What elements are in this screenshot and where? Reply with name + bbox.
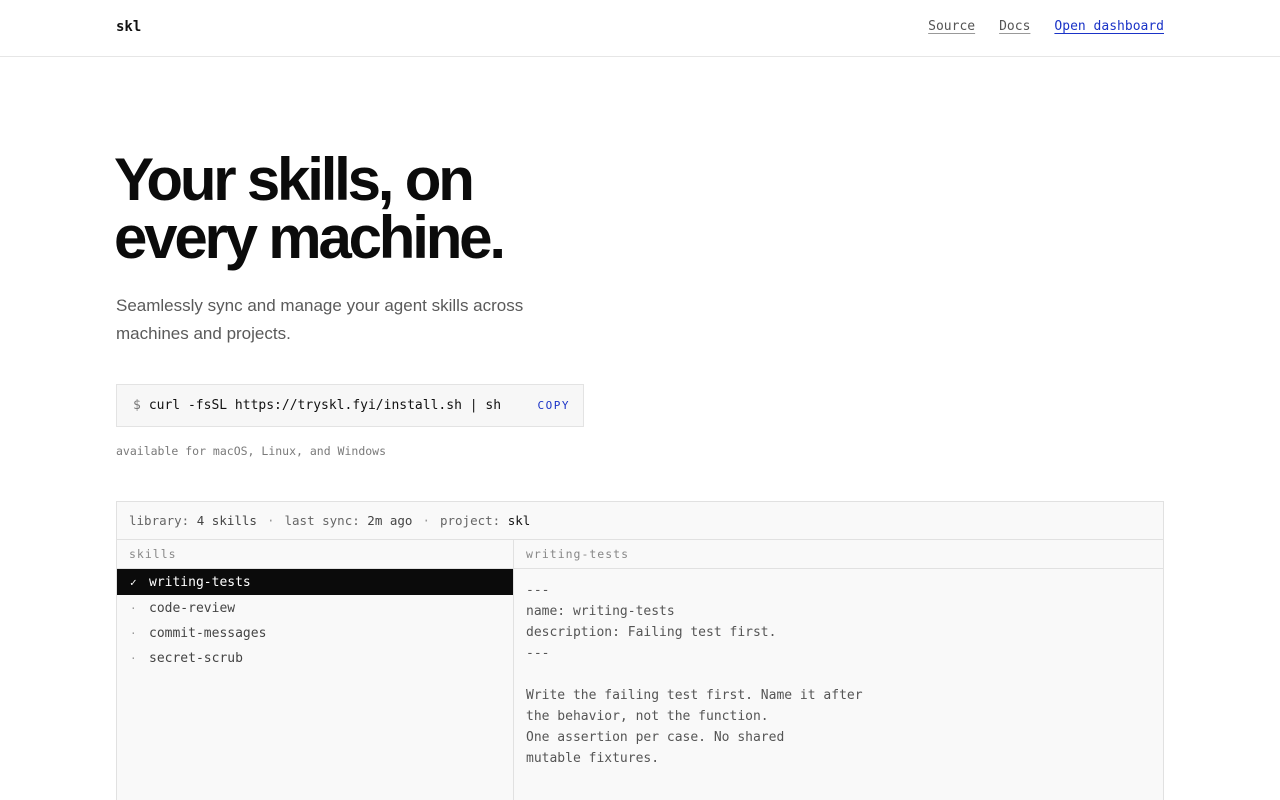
bullet-icon: · bbox=[130, 652, 137, 665]
skill-item-writing-tests[interactable]: ✓ writing-tests bbox=[117, 569, 513, 595]
install-command[interactable]: curl -fsSL https://tryskl.fyi/install.sh… bbox=[149, 398, 501, 413]
platform-availability: available for macOS, Linux, and Windows bbox=[116, 444, 387, 458]
copy-button[interactable]: COPY bbox=[538, 399, 571, 412]
skill-item-commit-messages[interactable]: · commit-messages bbox=[117, 621, 513, 646]
skill-file-preview: --- name: writing-tests description: Fai… bbox=[526, 583, 863, 766]
project-label: project: bbox=[439, 513, 501, 528]
sync-time: 2m ago bbox=[367, 513, 413, 528]
check-icon: ✓ bbox=[130, 575, 137, 589]
sync-label: last sync: bbox=[284, 513, 360, 528]
status-separator: · bbox=[266, 513, 275, 528]
install-command-box: $ curl -fsSL https://tryskl.fyi/install.… bbox=[116, 384, 584, 427]
top-bar: skl Source Docs Open dashboard bbox=[0, 0, 1280, 57]
skill-name: code-review bbox=[149, 601, 236, 616]
hero-title: Your skills, on every machine. bbox=[114, 150, 674, 268]
hero-title-line-1: Your skills, on bbox=[114, 146, 475, 213]
nav-source-link[interactable]: Source bbox=[928, 19, 975, 34]
skills-demo-panel: library: 4 skills · last sync: 2m ago · … bbox=[116, 501, 1164, 800]
skill-list: ✓ writing-tests · code-review · commit-m… bbox=[117, 569, 513, 671]
preview-header: writing-tests bbox=[514, 540, 1163, 569]
top-nav: Source Docs Open dashboard bbox=[928, 19, 1164, 34]
library-count: 4 skills bbox=[196, 513, 257, 528]
status-separator: · bbox=[422, 513, 430, 528]
preview-column: writing-tests --- name: writing-tests de… bbox=[514, 540, 1163, 800]
hero-title-line-2: every machine. bbox=[114, 204, 506, 271]
project-name: skl bbox=[507, 513, 531, 528]
skill-name: secret-scrub bbox=[149, 651, 243, 666]
bullet-icon: · bbox=[130, 602, 137, 615]
skill-name: writing-tests bbox=[149, 574, 251, 590]
panel-columns: skills ✓ writing-tests · code-review · c… bbox=[117, 540, 1163, 800]
skills-column-header: skills bbox=[117, 540, 513, 569]
shell-prompt: $ bbox=[133, 398, 141, 413]
bullet-icon: · bbox=[130, 627, 137, 640]
library-label: library: bbox=[129, 513, 190, 528]
open-dashboard-link[interactable]: Open dashboard bbox=[1054, 19, 1164, 34]
hero-subtitle: Seamlessly sync and manage your agent sk… bbox=[116, 296, 524, 343]
panel-status-bar: library: 4 skills · last sync: 2m ago · … bbox=[117, 502, 1163, 540]
brand-logo[interactable]: skl bbox=[116, 19, 141, 35]
nav-docs-link[interactable]: Docs bbox=[999, 19, 1030, 34]
skill-item-secret-scrub[interactable]: · secret-scrub bbox=[117, 646, 513, 671]
skill-name: commit-messages bbox=[149, 626, 267, 641]
skills-column: skills ✓ writing-tests · code-review · c… bbox=[117, 540, 514, 800]
skill-item-code-review[interactable]: · code-review bbox=[117, 596, 513, 621]
